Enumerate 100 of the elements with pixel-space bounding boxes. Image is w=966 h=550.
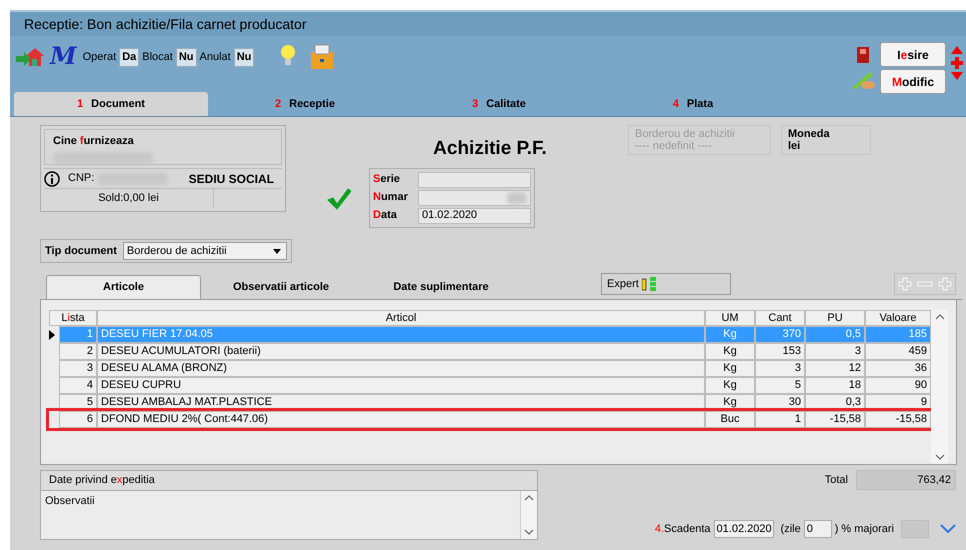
field-label: Data <box>373 209 397 222</box>
caret-icon <box>273 248 281 254</box>
table-cell: 3 <box>755 360 805 377</box>
table-cell: 3 <box>805 343 865 360</box>
up-arrow-icon[interactable] <box>951 46 963 54</box>
down-arrow-icon[interactable] <box>951 72 963 80</box>
plus-icon[interactable] <box>951 57 963 69</box>
subtab[interactable]: Articole <box>46 275 201 299</box>
light-bulb-icon[interactable] <box>280 44 296 68</box>
penalty-field[interactable] <box>901 520 929 538</box>
table-cell: 36 <box>865 360 931 377</box>
column-title: Valoare <box>879 310 917 326</box>
flag-value: Nu <box>234 48 254 66</box>
column-title: UM <box>721 310 739 326</box>
days-label: (zile <box>780 522 801 537</box>
table-cell: 1 <box>755 411 805 428</box>
column-header[interactable]: PU <box>805 310 865 326</box>
blurred-text <box>507 192 527 204</box>
column-header[interactable]: UM <box>705 310 755 326</box>
info-icon[interactable] <box>44 170 60 186</box>
total-label: Total <box>824 472 848 488</box>
scrollbar[interactable] <box>931 310 948 464</box>
table-cell: 0,5 <box>805 326 865 343</box>
subtab[interactable]: Date suplimentare <box>361 275 521 299</box>
toolbar-button[interactable]: Modific <box>880 69 946 94</box>
document-title: Achizitie P.F. <box>433 137 547 161</box>
days-field[interactable]: 0 <box>804 520 832 538</box>
table-cell: 5 <box>755 377 805 394</box>
table-cell: DESEU ACUMULATORI (baterii) <box>97 343 705 360</box>
table-cell: 2 <box>59 343 97 360</box>
info-line: lei <box>788 140 802 152</box>
chevron-down-icon[interactable] <box>940 524 956 534</box>
notes-text: Observatii <box>45 495 95 507</box>
table-cell: -15,58 <box>805 411 865 428</box>
due-date-label: 4.Scadenta <box>654 522 711 537</box>
tree-icon <box>642 277 656 291</box>
balance-text: Sold:0,00 lei <box>98 191 159 206</box>
table-cell: Buc <box>705 411 755 428</box>
expert-label: Expert <box>607 276 639 292</box>
tab[interactable]: 1 Document <box>14 92 208 116</box>
table-cell: 12 <box>805 360 865 377</box>
flag-value: Da <box>119 48 140 66</box>
text-field[interactable] <box>418 190 531 206</box>
table-cell: -15,58 <box>865 411 931 428</box>
cabinet-icon[interactable] <box>310 44 334 70</box>
table-cell: Kg <box>705 377 755 394</box>
info-line: ---- nedefinit ---- <box>635 140 714 152</box>
pen-hand-icon[interactable] <box>850 70 876 90</box>
table-row[interactable]: 4 DESEU CUPRU Kg 5 18 90 <box>49 377 931 394</box>
table-row[interactable]: 3 DESEU ALAMA (BRONZ) Kg 3 12 36 <box>49 360 931 377</box>
tab[interactable]: 3 Calitate <box>402 92 596 116</box>
door-icon[interactable] <box>856 46 870 64</box>
tab[interactable]: 2 Receptie <box>208 92 402 116</box>
table-cell: 6 <box>59 411 97 428</box>
table-cell: 18 <box>805 377 865 394</box>
column-title: Cant <box>768 310 792 326</box>
table-cell: 153 <box>755 343 805 360</box>
flag-label: Blocat <box>142 50 173 65</box>
table-cell: DFOND MEDIU 2%( Cont:447.06) <box>97 411 705 428</box>
expert-panel[interactable]: Expert <box>601 273 731 295</box>
column-title: PU <box>827 310 843 326</box>
document-type-label: Tip document <box>45 244 117 259</box>
table-cell: Kg <box>705 343 755 360</box>
column-title: Lista <box>61 310 85 326</box>
info-line: Borderou de achizitii <box>635 128 736 140</box>
row-pointer-icon <box>49 330 55 340</box>
text-field[interactable]: 01.02.2020 <box>418 208 531 224</box>
column-title: Articol <box>386 310 416 326</box>
table-cell: 370 <box>755 326 805 343</box>
due-date-field[interactable]: 01.02.2020 <box>714 520 774 538</box>
penalty-label: ) % majorari <box>834 522 894 537</box>
supplier-label: Cine furnizeaza <box>53 134 135 149</box>
table-cell: 4 <box>59 377 97 394</box>
table-cell: 1 <box>59 326 97 343</box>
table-row[interactable]: 2 DESEU ACUMULATORI (baterii) Kg 153 3 459 <box>49 343 931 360</box>
table-cell: 459 <box>865 343 931 360</box>
app-logo: M <box>50 44 77 68</box>
toolbar-button[interactable]: Iesire <box>880 42 946 67</box>
total-value: 763,42 <box>856 470 956 490</box>
window-title: Receptie: Bon achizitie/Fila carnet producator <box>24 14 306 34</box>
tab[interactable]: 4 Plata <box>596 92 790 116</box>
column-header[interactable]: Lista <box>49 310 97 326</box>
document-type-dropdown[interactable]: Borderou de achizitii <box>122 242 287 260</box>
subtab[interactable]: Observatii articole <box>201 275 361 299</box>
info-line: Moneda <box>788 128 831 140</box>
table-cell: DESEU ALAMA (BRONZ) <box>97 360 705 377</box>
sediu-social-button[interactable]: SEDIU SOCIAL <box>188 170 274 188</box>
column-header[interactable]: Cant <box>755 310 805 326</box>
flag-label: Anulat <box>200 50 231 65</box>
field-label: Serie <box>373 173 400 186</box>
expedition-title: Date privind expeditia <box>49 473 155 488</box>
table-cell: 3 <box>59 360 97 377</box>
column-header[interactable]: Valoare <box>865 310 931 326</box>
check-icon <box>327 188 351 210</box>
column-header[interactable]: Articol <box>97 310 705 326</box>
flag-value: Nu <box>176 48 197 66</box>
field-label: Numar <box>373 191 408 204</box>
table-row[interactable]: 6 DFOND MEDIU 2%( Cont:447.06) Buc 1 -15,58 -15,58 <box>49 411 931 428</box>
text-field[interactable] <box>418 172 531 188</box>
table-cell: Kg <box>705 326 755 343</box>
